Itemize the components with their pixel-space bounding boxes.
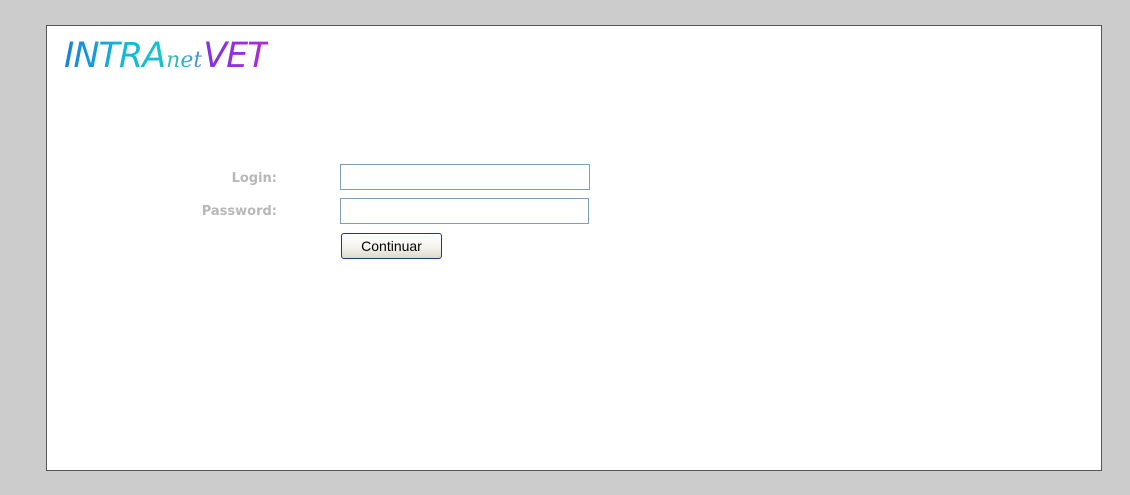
password-input[interactable] [340,198,589,224]
intranetvet-logo: INTRAnetVET [64,34,269,78]
logo-text-net: net [166,39,202,83]
login-panel: INTRAnetVET Login: Password: Continuar [46,25,1102,471]
logo-text-vet: VET [203,36,268,76]
logo-text-intra: INTRA [64,36,166,76]
password-label: Password: [201,204,277,219]
login-label: Login: [231,171,277,186]
login-input[interactable] [340,164,590,190]
continue-button[interactable]: Continuar [341,233,442,259]
